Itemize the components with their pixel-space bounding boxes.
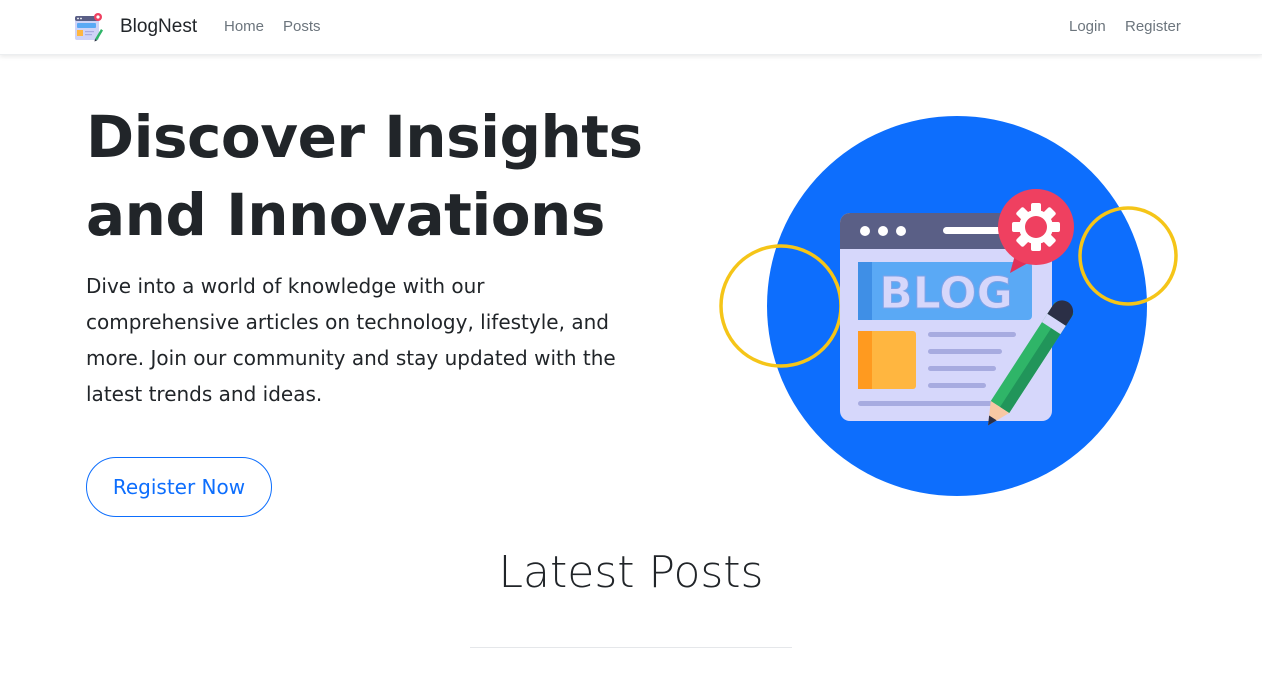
register-now-button[interactable]: Register Now: [86, 457, 272, 517]
brand-name: BlogNest: [120, 16, 198, 37]
latest-posts-title: Latest Posts: [498, 547, 764, 598]
navbar: BlogNest Home Posts Login Register: [0, 0, 1262, 55]
blog-illustration: BLOG: [719, 116, 1178, 496]
nav-link-register[interactable]: Register: [1125, 18, 1181, 35]
blog-window-icon: [75, 13, 103, 42]
nav-link-home[interactable]: Home: [224, 18, 264, 35]
hero-title: Discover Insights and Innovations: [86, 103, 643, 249]
illustration-banner-text: BLOG: [879, 268, 1013, 319]
section-divider: [470, 647, 792, 648]
nav-link-login[interactable]: Login: [1069, 18, 1106, 35]
hero-lead: Dive into a world of knowledge with our …: [86, 274, 616, 406]
nav-link-posts[interactable]: Posts: [283, 18, 321, 35]
brand-link[interactable]: BlogNest: [74, 12, 197, 42]
